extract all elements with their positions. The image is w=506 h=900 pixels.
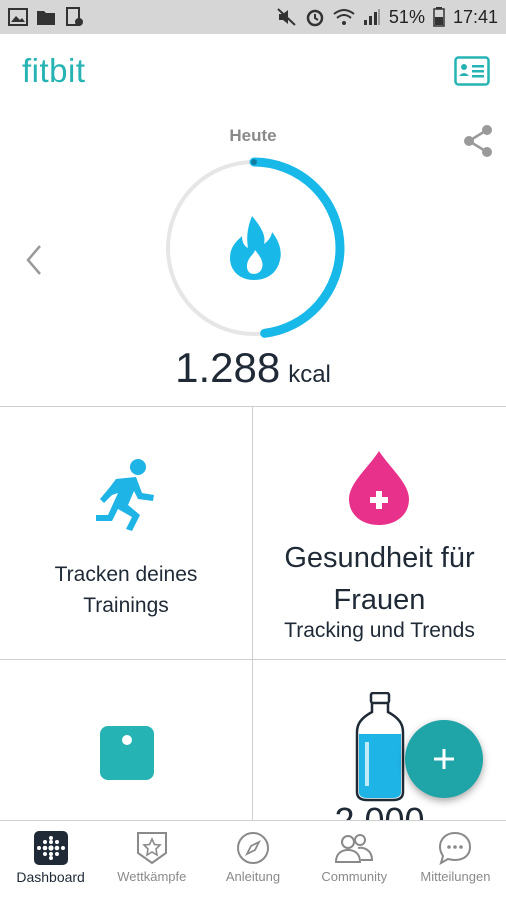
running-person-icon: [96, 459, 154, 531]
wifi-icon: [333, 9, 355, 25]
water-bottle-icon: [355, 692, 405, 802]
mute-icon: [277, 8, 296, 26]
folder-notification-icon: [37, 11, 55, 25]
calories-summary[interactable]: Heute 1.288 kcal: [0, 112, 506, 406]
dashboard-icon: [33, 831, 68, 865]
share-icon: [464, 125, 492, 157]
ring-start-marker: [251, 159, 257, 165]
battery-percent: 51%: [388, 6, 425, 27]
calories-value: 1.288: [175, 344, 281, 391]
scale-icon: [100, 726, 154, 780]
calories-progress-ring: [163, 157, 345, 339]
messages-icon: [439, 831, 472, 865]
fitbit-logo: fitbit: [22, 52, 86, 89]
battery-icon: [433, 7, 445, 27]
alarm-icon: [306, 9, 324, 27]
compass-icon: [237, 832, 269, 864]
plus-icon: [434, 749, 454, 769]
challenges-star-icon: [136, 832, 167, 865]
calories-unit: kcal: [288, 361, 331, 388]
nav-guidance-label: Anleitung: [225, 869, 281, 884]
nav-messages[interactable]: Mitteilungen: [405, 821, 506, 900]
nav-challenges-label: Wettkämpfe: [117, 869, 187, 884]
calories-readout: 1.288 kcal: [0, 344, 506, 392]
nav-messages-label: Mitteilungen: [420, 869, 491, 884]
previous-day-button[interactable]: [22, 242, 46, 278]
track-exercise-tile[interactable]: Tracken deines Trainings: [0, 407, 253, 660]
water-value: 2.000: [334, 800, 425, 821]
community-people-icon: [335, 834, 374, 863]
profile-card-button[interactable]: [454, 56, 490, 86]
app-bar: fitbit: [0, 34, 506, 112]
nav-community-label: Community: [321, 869, 388, 884]
add-entry-button[interactable]: [405, 720, 483, 798]
status-bar: 51% 17:41: [0, 0, 506, 34]
date-label: Heute: [229, 126, 277, 145]
share-button[interactable]: [462, 124, 494, 158]
weight-tile[interactable]: [0, 660, 253, 821]
nav-guidance[interactable]: Anleitung: [202, 821, 303, 900]
female-health-subtitle: Tracking und Trends: [284, 619, 475, 642]
female-health-tile[interactable]: Gesundheit für Frauen Tracking und Trend…: [253, 407, 506, 660]
female-health-title: Gesundheit für Frauen: [284, 542, 475, 616]
signal-icon: [363, 9, 380, 25]
clock: 17:41: [452, 6, 498, 27]
nav-dashboard-label: Dashboard: [16, 869, 85, 885]
nav-community[interactable]: Community: [304, 821, 405, 900]
profile-card-icon: [454, 56, 490, 86]
nav-dashboard[interactable]: Dashboard: [0, 821, 101, 900]
chevron-left-icon: [26, 245, 41, 275]
bottom-navigation: Dashboard Wettkämpfe Anleitung Community…: [0, 820, 506, 900]
image-notification-icon: [8, 8, 28, 26]
track-exercise-label: Tracken deines Trainings: [54, 563, 198, 617]
nav-challenges[interactable]: Wettkämpfe: [101, 821, 202, 900]
document-notification-icon: [66, 7, 83, 26]
female-health-drop-icon: [349, 451, 409, 525]
